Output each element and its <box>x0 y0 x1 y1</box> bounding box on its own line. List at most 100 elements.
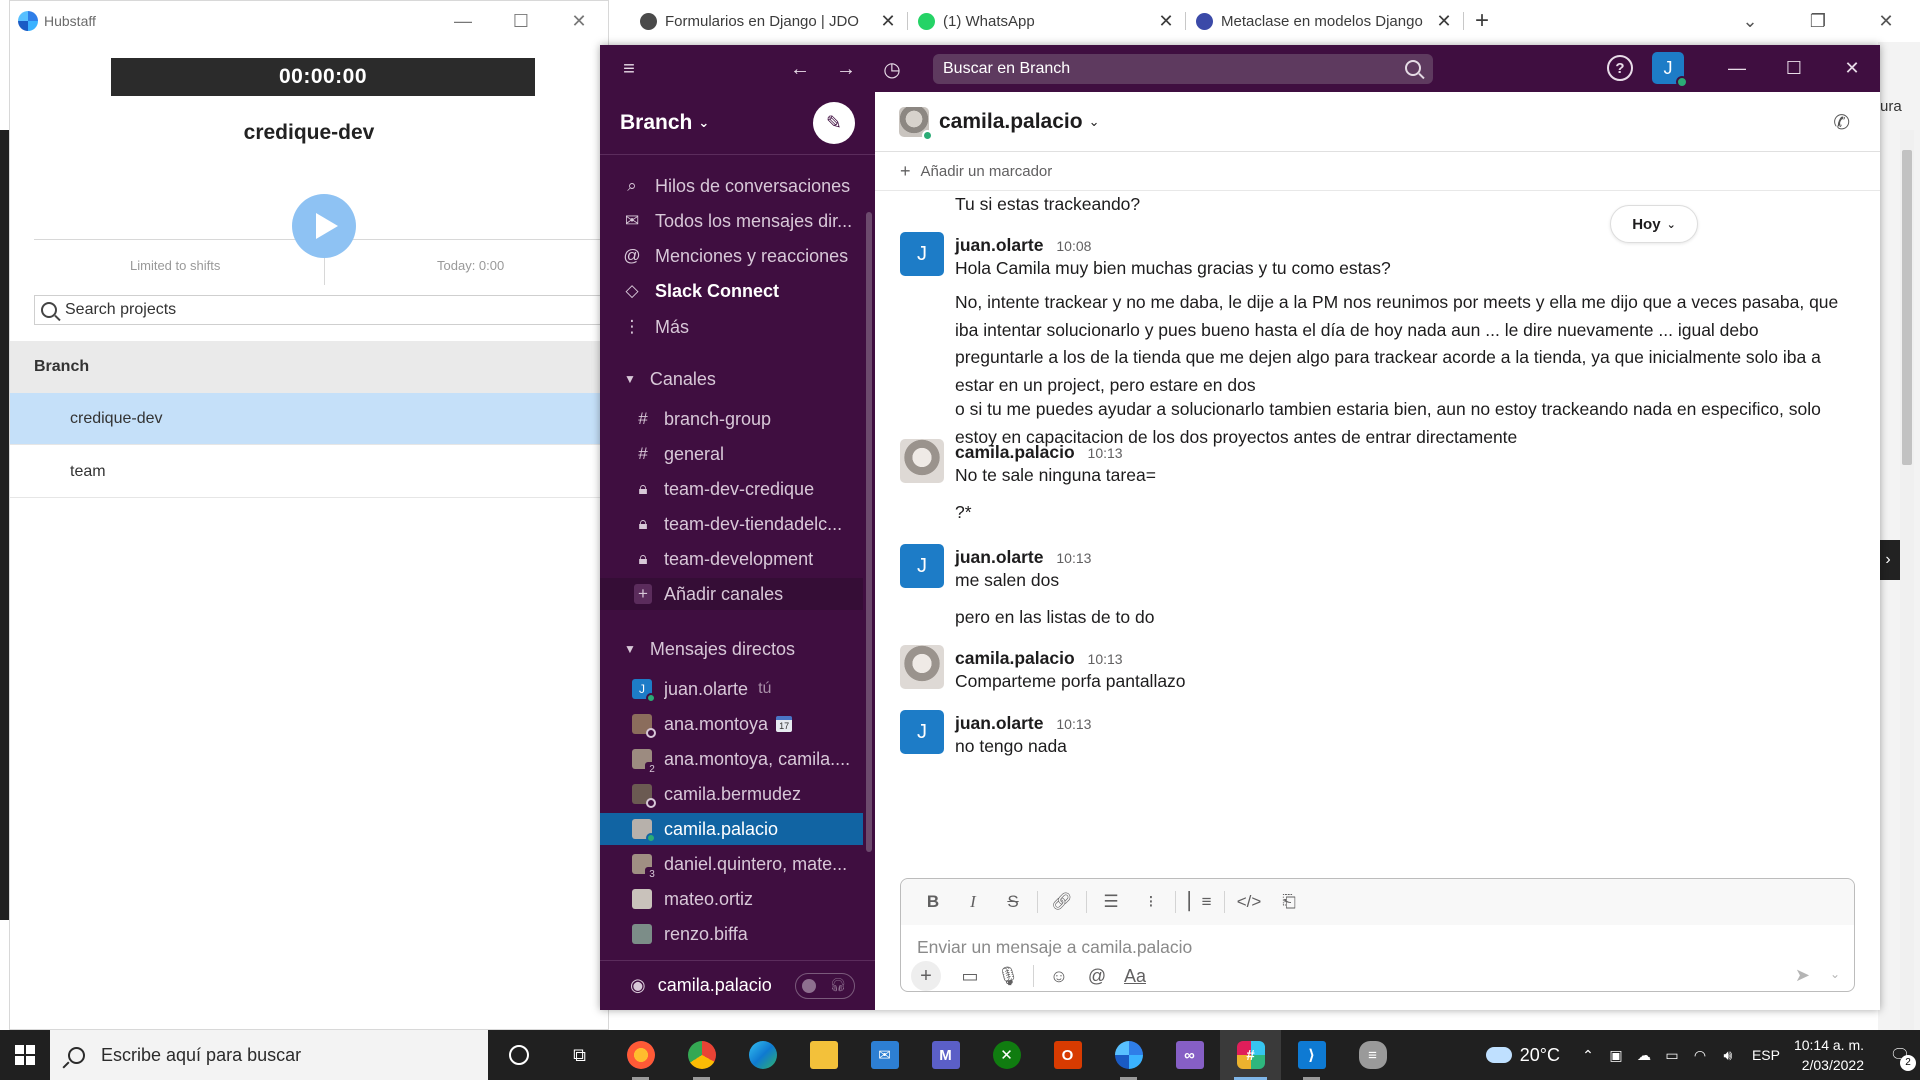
menu-icon[interactable]: ≡ <box>614 54 644 84</box>
taskbar-xbox[interactable]: ✕ <box>976 1030 1037 1080</box>
volume-icon[interactable]: 🔊︎ <box>1714 1047 1742 1064</box>
sidebar-channel-team-dev-tienda[interactable]: 🔒︎ team-dev-tiendadelc... <box>600 508 863 540</box>
minimize-icon[interactable]: — <box>434 11 492 32</box>
message-timestamp[interactable]: 10:13 <box>1056 716 1091 732</box>
avatar[interactable] <box>900 439 944 483</box>
sidebar-item-slack-connect[interactable]: ◇ Slack Connect <box>600 275 863 307</box>
sidebar-channel-branch-group[interactable]: # branch-group <box>600 403 863 435</box>
sidebar-item-threads[interactable]: ⌕ Hilos de conversaciones <box>600 170 863 202</box>
taskbar-search-input[interactable]: Escribe aquí para buscar <box>50 1030 488 1080</box>
help-button[interactable]: ? <box>1607 55 1633 81</box>
taskbar-firefox[interactable] <box>610 1030 671 1080</box>
message-timestamp[interactable]: 10:13 <box>1088 651 1123 667</box>
browser-tab-whatsapp[interactable]: (1) WhatsApp ✕ <box>908 0 1186 42</box>
slack-search-input[interactable]: Buscar en Branch <box>933 54 1433 84</box>
emoji-icon[interactable]: ☺ <box>1040 966 1078 987</box>
weather-widget[interactable]: 20°C <box>1485 1045 1560 1066</box>
message-timestamp[interactable]: 10:13 <box>1088 445 1123 461</box>
sidebar-channel-team-dev-credique[interactable]: 🔒︎ team-dev-credique <box>600 473 863 505</box>
avatar[interactable]: J <box>900 544 944 588</box>
sidebar-dm-group-ana-camila[interactable]: 2 ana.montoya, camila.... <box>600 743 863 775</box>
message-author[interactable]: juan.olarte <box>955 713 1044 733</box>
message-author[interactable]: juan.olarte <box>955 547 1044 567</box>
code-icon[interactable]: </> <box>1229 892 1269 912</box>
cortana-button[interactable] <box>488 1030 549 1080</box>
project-search-input[interactable]: Search projects <box>34 295 608 325</box>
project-row-team[interactable]: team 0 <box>10 446 611 498</box>
back-arrow-icon[interactable]: ← <box>785 54 815 84</box>
sidebar-item-more[interactable]: ⋮ Más <box>600 311 863 343</box>
user-avatar[interactable]: J <box>1652 52 1688 88</box>
taskbar-mail[interactable]: ✉ <box>854 1030 915 1080</box>
sidebar-item-mentions[interactable]: @ Menciones y reacciones <box>600 240 863 272</box>
taskbar-chrome[interactable] <box>671 1030 732 1080</box>
sidebar-dm-camila-bermudez[interactable]: camila.bermudez <box>600 778 863 810</box>
message-author[interactable]: camila.palacio <box>955 648 1075 668</box>
blockquote-icon[interactable]: ▏≡ <box>1180 892 1220 912</box>
taskbar-visual-studio[interactable]: ∞ <box>1159 1030 1220 1080</box>
start-button[interactable] <box>0 1030 50 1080</box>
link-icon[interactable]: 🔗︎ <box>1042 892 1082 912</box>
close-icon[interactable]: ✕ <box>878 11 898 32</box>
new-tab-button[interactable]: + <box>1464 7 1500 35</box>
task-view-button[interactable]: ⧉ <box>549 1030 610 1080</box>
day-divider-button[interactable]: Hoy ⌄ <box>1610 205 1698 243</box>
taskbar-powerapps[interactable]: M <box>915 1030 976 1080</box>
maximize-icon[interactable]: ☐ <box>492 11 550 32</box>
project-row-credique-dev[interactable]: credique-dev 0 <box>10 393 611 445</box>
restore-icon[interactable]: ❐ <box>1784 11 1852 32</box>
tab-list-chevron-icon[interactable]: ⌄ <box>1716 11 1784 32</box>
sidebar-scrollbar[interactable] <box>866 212 872 852</box>
add-channels-button[interactable]: + Añadir canales <box>600 578 863 610</box>
channel-title[interactable]: camila.palacio <box>939 110 1083 134</box>
taskbar-edge[interactable] <box>732 1030 793 1080</box>
video-icon[interactable]: ▭ <box>951 966 989 987</box>
minimize-icon[interactable]: — <box>1717 53 1757 83</box>
mention-icon[interactable]: @ <box>1078 966 1116 987</box>
taskbar-vscode[interactable]: ⟩ <box>1281 1030 1342 1080</box>
compose-button[interactable]: ✎ <box>813 102 855 144</box>
sidebar-dm-camila-palacio[interactable]: camila.palacio <box>600 813 863 845</box>
taskbar-file-explorer[interactable] <box>793 1030 854 1080</box>
close-icon[interactable]: ✕ <box>1156 11 1176 32</box>
sidebar-dm-ana-montoya[interactable]: ana.montoya 17 <box>600 708 863 740</box>
taskbar-slack[interactable]: # <box>1220 1030 1281 1080</box>
browser-tab-metaclase[interactable]: Metaclase en modelos Django | D ✕ <box>1186 0 1464 42</box>
plus-icon[interactable]: + <box>900 161 911 182</box>
bold-icon[interactable]: B <box>913 892 953 912</box>
strikethrough-icon[interactable]: S <box>993 892 1033 912</box>
huddle-toggle[interactable]: 🎧︎ <box>795 972 855 999</box>
sidebar-dm-mateo-ortiz[interactable]: mateo.ortiz <box>600 883 863 915</box>
device-icon[interactable]: ▣ <box>1602 1047 1630 1064</box>
bulleted-list-icon[interactable]: ⁝ <box>1131 892 1171 912</box>
message-input[interactable] <box>917 937 1817 958</box>
wifi-icon[interactable]: ◠ <box>1686 1047 1714 1064</box>
message-timestamp[interactable]: 10:08 <box>1056 238 1091 254</box>
ordered-list-icon[interactable]: ☰ <box>1091 892 1131 912</box>
channels-section-header[interactable]: ▼ Canales <box>600 363 863 395</box>
text-format-icon[interactable]: Aa <box>1116 966 1154 987</box>
taskbar-office[interactable]: O <box>1037 1030 1098 1080</box>
chevron-down-icon[interactable]: ⌄ <box>1089 114 1100 130</box>
code-block-icon[interactable]: ⎗ <box>1269 892 1309 912</box>
sidebar-channel-team-development[interactable]: 🔒︎ team-development <box>600 543 863 575</box>
close-icon[interactable]: ✕ <box>550 11 608 32</box>
add-bookmark-button[interactable]: Añadir un marcador <box>921 163 1053 180</box>
sidebar-dm-renzo-biffa[interactable]: renzo.biffa <box>600 918 863 950</box>
forward-arrow-icon[interactable]: → <box>831 54 861 84</box>
message-author[interactable]: camila.palacio <box>955 442 1075 462</box>
send-icon[interactable]: ➤ <box>1795 965 1810 986</box>
browser-tab-django-forms[interactable]: Formularios en Django | JDO ✕ <box>630 0 908 42</box>
chevron-down-icon[interactable]: ⌄ <box>1830 967 1840 981</box>
page-scrollbar-thumb[interactable] <box>1902 150 1912 465</box>
show-hidden-icons-chevron-icon[interactable]: ⌃ <box>1574 1047 1602 1064</box>
sidebar-item-all-dms[interactable]: ✉ Todos los mensajes dir... <box>600 205 863 237</box>
sidebar-dm-juan-olarte[interactable]: J juan.olarte tú <box>600 673 863 705</box>
clock[interactable]: 10:14 a. m. 2/03/2022 <box>1794 1035 1864 1075</box>
close-icon[interactable]: ✕ <box>1832 53 1872 83</box>
avatar[interactable]: J <box>900 710 944 754</box>
onedrive-error-icon[interactable]: ☁ <box>1630 1047 1658 1064</box>
sidebar-dm-group-daniel-mateo[interactable]: 3 daniel.quintero, mate... <box>600 848 863 880</box>
close-icon[interactable]: ✕ <box>1434 11 1454 32</box>
battery-icon[interactable]: ▭ <box>1658 1047 1686 1064</box>
